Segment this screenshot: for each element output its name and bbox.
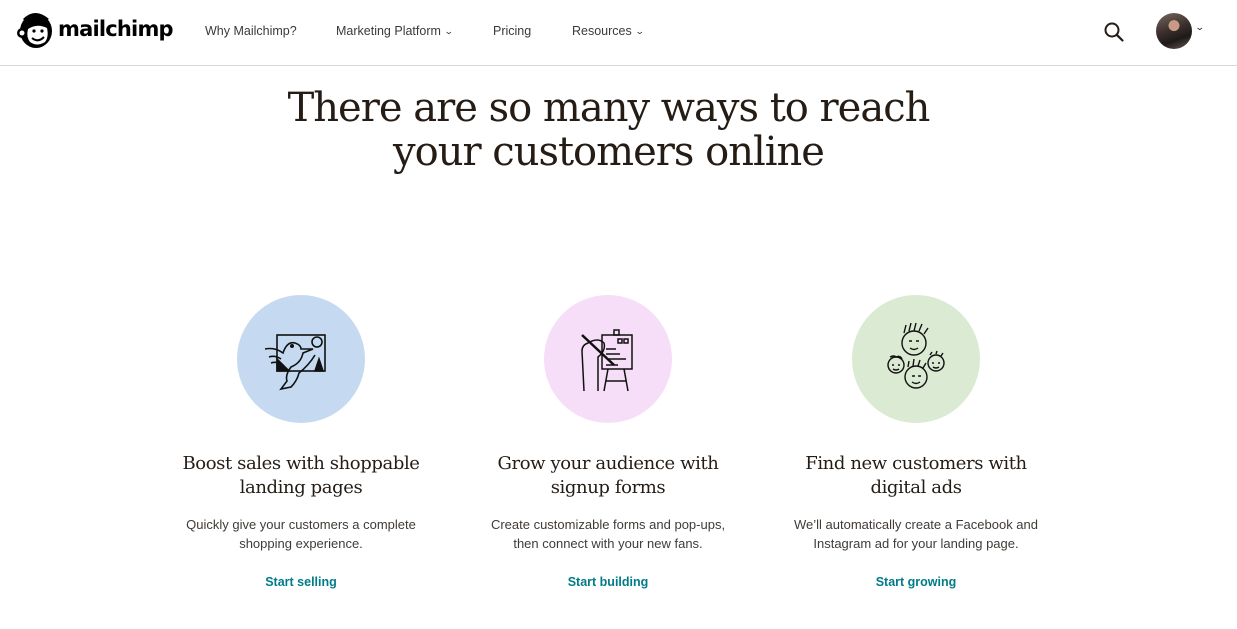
page-headline: There are so many ways to reach your cus… bbox=[0, 86, 1217, 174]
user-avatar[interactable] bbox=[1156, 13, 1192, 49]
card-description-line-1: Quickly give your customers a complete bbox=[186, 517, 416, 532]
top-nav-bar: mailchimp Why Mailchimp? Marketing Platf… bbox=[0, 0, 1237, 66]
chevron-down-icon: ⌄ bbox=[634, 26, 645, 36]
feature-card-digital-ads: Find new customers with digital ads We’l… bbox=[766, 295, 1066, 591]
card-title-line-1: Find new customers with bbox=[805, 453, 1027, 474]
nav-item-resources[interactable]: Resources ⌄ bbox=[572, 24, 645, 38]
card-description-line-1: Create customizable forms and pop-ups, bbox=[490, 517, 726, 532]
card-description-line-1: We’ll automatically create a Facebook an… bbox=[794, 517, 1038, 532]
start-growing-link[interactable]: Start growing bbox=[876, 575, 957, 589]
card-description: Quickly give your customers a complete s… bbox=[151, 515, 451, 553]
card-title-line-2: landing pages bbox=[239, 477, 363, 498]
feature-card-signup-forms: Grow your audience with signup forms Cre… bbox=[458, 295, 758, 591]
card-title-line-1: Boost sales with shoppable bbox=[182, 453, 420, 474]
card-description: We’ll automatically create a Facebook an… bbox=[766, 515, 1066, 553]
card-description-line-2: shopping experience. bbox=[239, 536, 363, 551]
start-selling-link[interactable]: Start selling bbox=[265, 575, 337, 589]
brand-name: mailchimp bbox=[58, 17, 174, 41]
bird-landing-page-icon bbox=[264, 334, 326, 391]
nav-item-label: Marketing Platform bbox=[336, 24, 441, 38]
nav-item-marketing-platform[interactable]: Marketing Platform ⌄ bbox=[336, 24, 454, 38]
card-description: Create customizable forms and pop-ups, t… bbox=[458, 515, 758, 553]
mailchimp-logo-link[interactable]: mailchimp bbox=[15, 9, 174, 51]
card-title: Find new customers with digital ads bbox=[766, 452, 1066, 500]
illustration-circle bbox=[852, 295, 980, 423]
faces-crowd-icon bbox=[887, 322, 945, 389]
card-description-line-2: Instagram ad for your landing page. bbox=[813, 536, 1019, 551]
nav-item-label: Pricing bbox=[493, 24, 532, 38]
feature-card-landing-pages: Boost sales with shoppable landing pages… bbox=[151, 295, 451, 591]
card-title-line-1: Grow your audience with bbox=[497, 453, 719, 474]
nav-item-why-mailchimp[interactable]: Why Mailchimp? bbox=[205, 24, 297, 38]
nav-item-label: Resources bbox=[572, 24, 632, 38]
account-chevron-down-icon[interactable]: ⌄ bbox=[1195, 22, 1205, 33]
card-title: Boost sales with shoppable landing pages bbox=[151, 452, 451, 500]
card-description-line-2: then connect with your new fans. bbox=[513, 536, 703, 551]
search-button[interactable] bbox=[1103, 21, 1125, 43]
nav-item-pricing[interactable]: Pricing bbox=[493, 24, 531, 38]
card-title: Grow your audience with signup forms bbox=[458, 452, 758, 500]
search-icon bbox=[1104, 22, 1124, 42]
card-title-line-2: digital ads bbox=[870, 477, 962, 498]
freddie-monkey-icon bbox=[17, 13, 52, 48]
nav-item-label: Why Mailchimp? bbox=[205, 24, 297, 38]
hand-signup-form-icon bbox=[581, 329, 633, 392]
card-title-line-2: signup forms bbox=[550, 477, 666, 498]
chevron-down-icon: ⌄ bbox=[443, 26, 454, 36]
start-building-link[interactable]: Start building bbox=[568, 575, 649, 589]
illustration-circle bbox=[237, 295, 365, 423]
illustration-circle bbox=[544, 295, 672, 423]
headline-line-2: your customers online bbox=[393, 129, 825, 175]
headline-line-1: There are so many ways to reach bbox=[287, 85, 931, 131]
